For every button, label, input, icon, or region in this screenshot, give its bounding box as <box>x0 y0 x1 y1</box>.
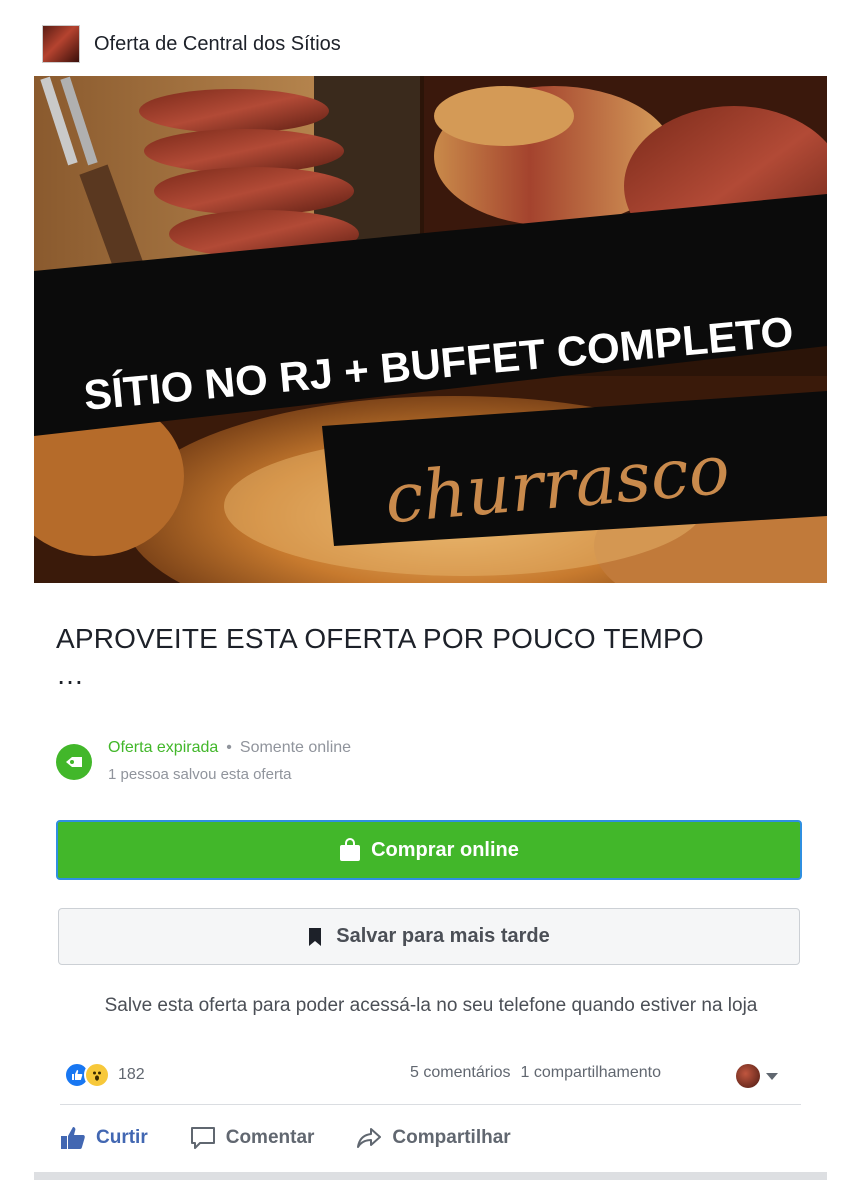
page-avatar[interactable] <box>42 25 80 63</box>
share-label: Compartilhar <box>392 1127 511 1148</box>
comments-count[interactable]: 5 comentários <box>410 1064 511 1081</box>
offer-card: Oferta de Central dos Sítios SÍTIO NO RJ… <box>34 12 827 1174</box>
shares-count[interactable]: 1 compartilhamento <box>521 1064 662 1081</box>
status-expired: Oferta expirada <box>108 739 219 756</box>
reaction-count: 182 <box>118 1066 145 1083</box>
comment-icon <box>190 1127 215 1149</box>
action-bar: Curtir Comentar Compartilhar <box>60 1118 801 1158</box>
card-header: Oferta de Central dos Sítios <box>42 24 341 64</box>
offer-title-ellipsis: … <box>56 659 85 690</box>
like-icon <box>61 1127 85 1149</box>
actions-divider <box>60 1104 801 1105</box>
engagement-counts: 5 comentários 1 compartilhamento <box>410 1064 671 1082</box>
comment-label: Comentar <box>225 1127 315 1148</box>
like-button[interactable]: Curtir <box>60 1126 148 1150</box>
shopping-bag-icon <box>340 838 361 861</box>
bookmark-icon <box>309 927 322 946</box>
reactions-summary[interactable]: 182 <box>64 1062 145 1088</box>
save-hint: Salve esta oferta para poder acessá-la n… <box>104 995 758 1016</box>
like-label: Curtir <box>96 1127 148 1148</box>
wow-reaction-icon <box>84 1062 110 1088</box>
offer-title-text: APROVEITE ESTA OFERTA POR POUCO TEMPO <box>56 623 704 654</box>
share-button[interactable]: Compartilhar <box>356 1126 511 1150</box>
status-separator: • <box>226 739 232 756</box>
offer-status: Oferta expirada • Somente online 1 pessoa … <box>56 736 351 790</box>
buy-online-button[interactable]: Comprar online <box>56 820 802 880</box>
card-bottom-edge <box>34 1172 827 1180</box>
saved-count: 1 pessoa salvou esta oferta <box>108 766 292 783</box>
offer-image-art: SÍTIO NO RJ + BUFFET COMPLETO churrasco <box>34 76 827 583</box>
viewer-selector[interactable] <box>736 1064 778 1088</box>
viewer-avatar <box>736 1064 760 1088</box>
offer-tag-icon <box>56 744 92 780</box>
status-scope: Somente online <box>239 739 352 756</box>
share-icon <box>357 1128 382 1148</box>
page-name[interactable]: Oferta de Central dos Sítios <box>94 33 341 56</box>
save-for-later-button[interactable]: Salvar para mais tarde <box>58 908 800 965</box>
offer-title[interactable]: APROVEITE ESTA OFERTA POR POUCO TEMPO … <box>56 618 816 690</box>
chevron-down-icon <box>766 1072 778 1080</box>
comment-button[interactable]: Comentar <box>190 1126 315 1150</box>
save-button-label: Salvar para mais tarde <box>336 925 550 947</box>
offer-image[interactable]: SÍTIO NO RJ + BUFFET COMPLETO churrasco <box>34 76 827 583</box>
buy-button-label: Comprar online <box>371 838 519 861</box>
